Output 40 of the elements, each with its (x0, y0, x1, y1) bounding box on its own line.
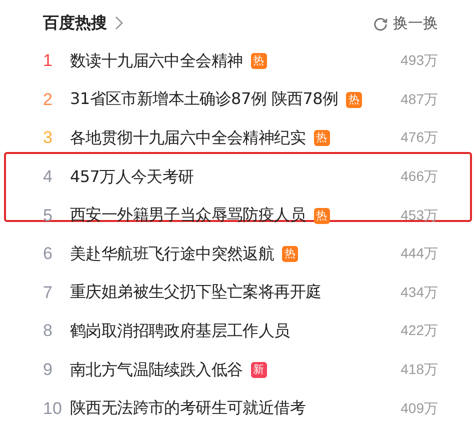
search-count: 409万 (400, 400, 438, 418)
rank-number: 9 (43, 360, 54, 380)
headline-link[interactable]: 陕西无法跨市的考研生可就近借考 (70, 398, 306, 420)
rank-number: 2 (43, 90, 54, 110)
headline-link[interactable]: 457万人今天考研 (70, 166, 194, 188)
hot-tag: 热 (314, 130, 330, 146)
search-count: 444万 (400, 245, 438, 264)
headline-link[interactable]: 各地贯彻十九届六中全会精神纪实 (70, 128, 306, 149)
rank-number: 4 (43, 167, 54, 188)
refresh-button[interactable]: 换一换 (373, 14, 438, 32)
search-count: 476万 (400, 129, 438, 148)
headline-link[interactable]: 美赴华航班飞行途中突然返航 (70, 244, 274, 265)
headline-link[interactable]: 鹤岗取消招聘政府基层工作人员 (70, 320, 290, 342)
search-count: 434万 (400, 284, 438, 302)
headline-link[interactable]: 数读十九届六中全会精神 (70, 50, 243, 72)
search-count: 493万 (400, 52, 438, 70)
headline-link[interactable]: 31省区市新增本土确诊87例 陕西78例 (70, 89, 338, 110)
hot-tag: 热 (250, 53, 267, 70)
hot-tag: 热 (282, 246, 298, 262)
new-tag: 新 (250, 362, 267, 378)
headline-link[interactable]: 重庆姐弟被生父扔下坠亡案将再开庭 (70, 282, 322, 304)
rank-number: 8 (43, 321, 54, 342)
headline-link[interactable]: 西安一外籍男子当众辱骂防疫人员 (70, 205, 306, 226)
section-title[interactable]: 百度热搜 (43, 12, 107, 34)
rank-number: 7 (43, 282, 54, 303)
rank-number: 10 (43, 398, 63, 419)
refresh-icon (373, 16, 388, 30)
hot-tag: 热 (314, 208, 330, 224)
search-count: 453万 (400, 206, 438, 225)
headline-link[interactable]: 南北方气温陆续跌入低谷 (70, 360, 243, 381)
rank-number: 5 (43, 206, 54, 226)
rank-number: 1 (43, 51, 54, 72)
rank-number: 3 (43, 128, 54, 148)
search-count: 487万 (400, 90, 438, 109)
search-count: 418万 (400, 361, 438, 380)
chevron-right-icon[interactable] (115, 16, 123, 30)
hot-tag: 热 (346, 92, 362, 108)
search-count: 466万 (400, 168, 438, 186)
search-count: 422万 (400, 322, 438, 340)
rank-number: 6 (43, 244, 54, 264)
